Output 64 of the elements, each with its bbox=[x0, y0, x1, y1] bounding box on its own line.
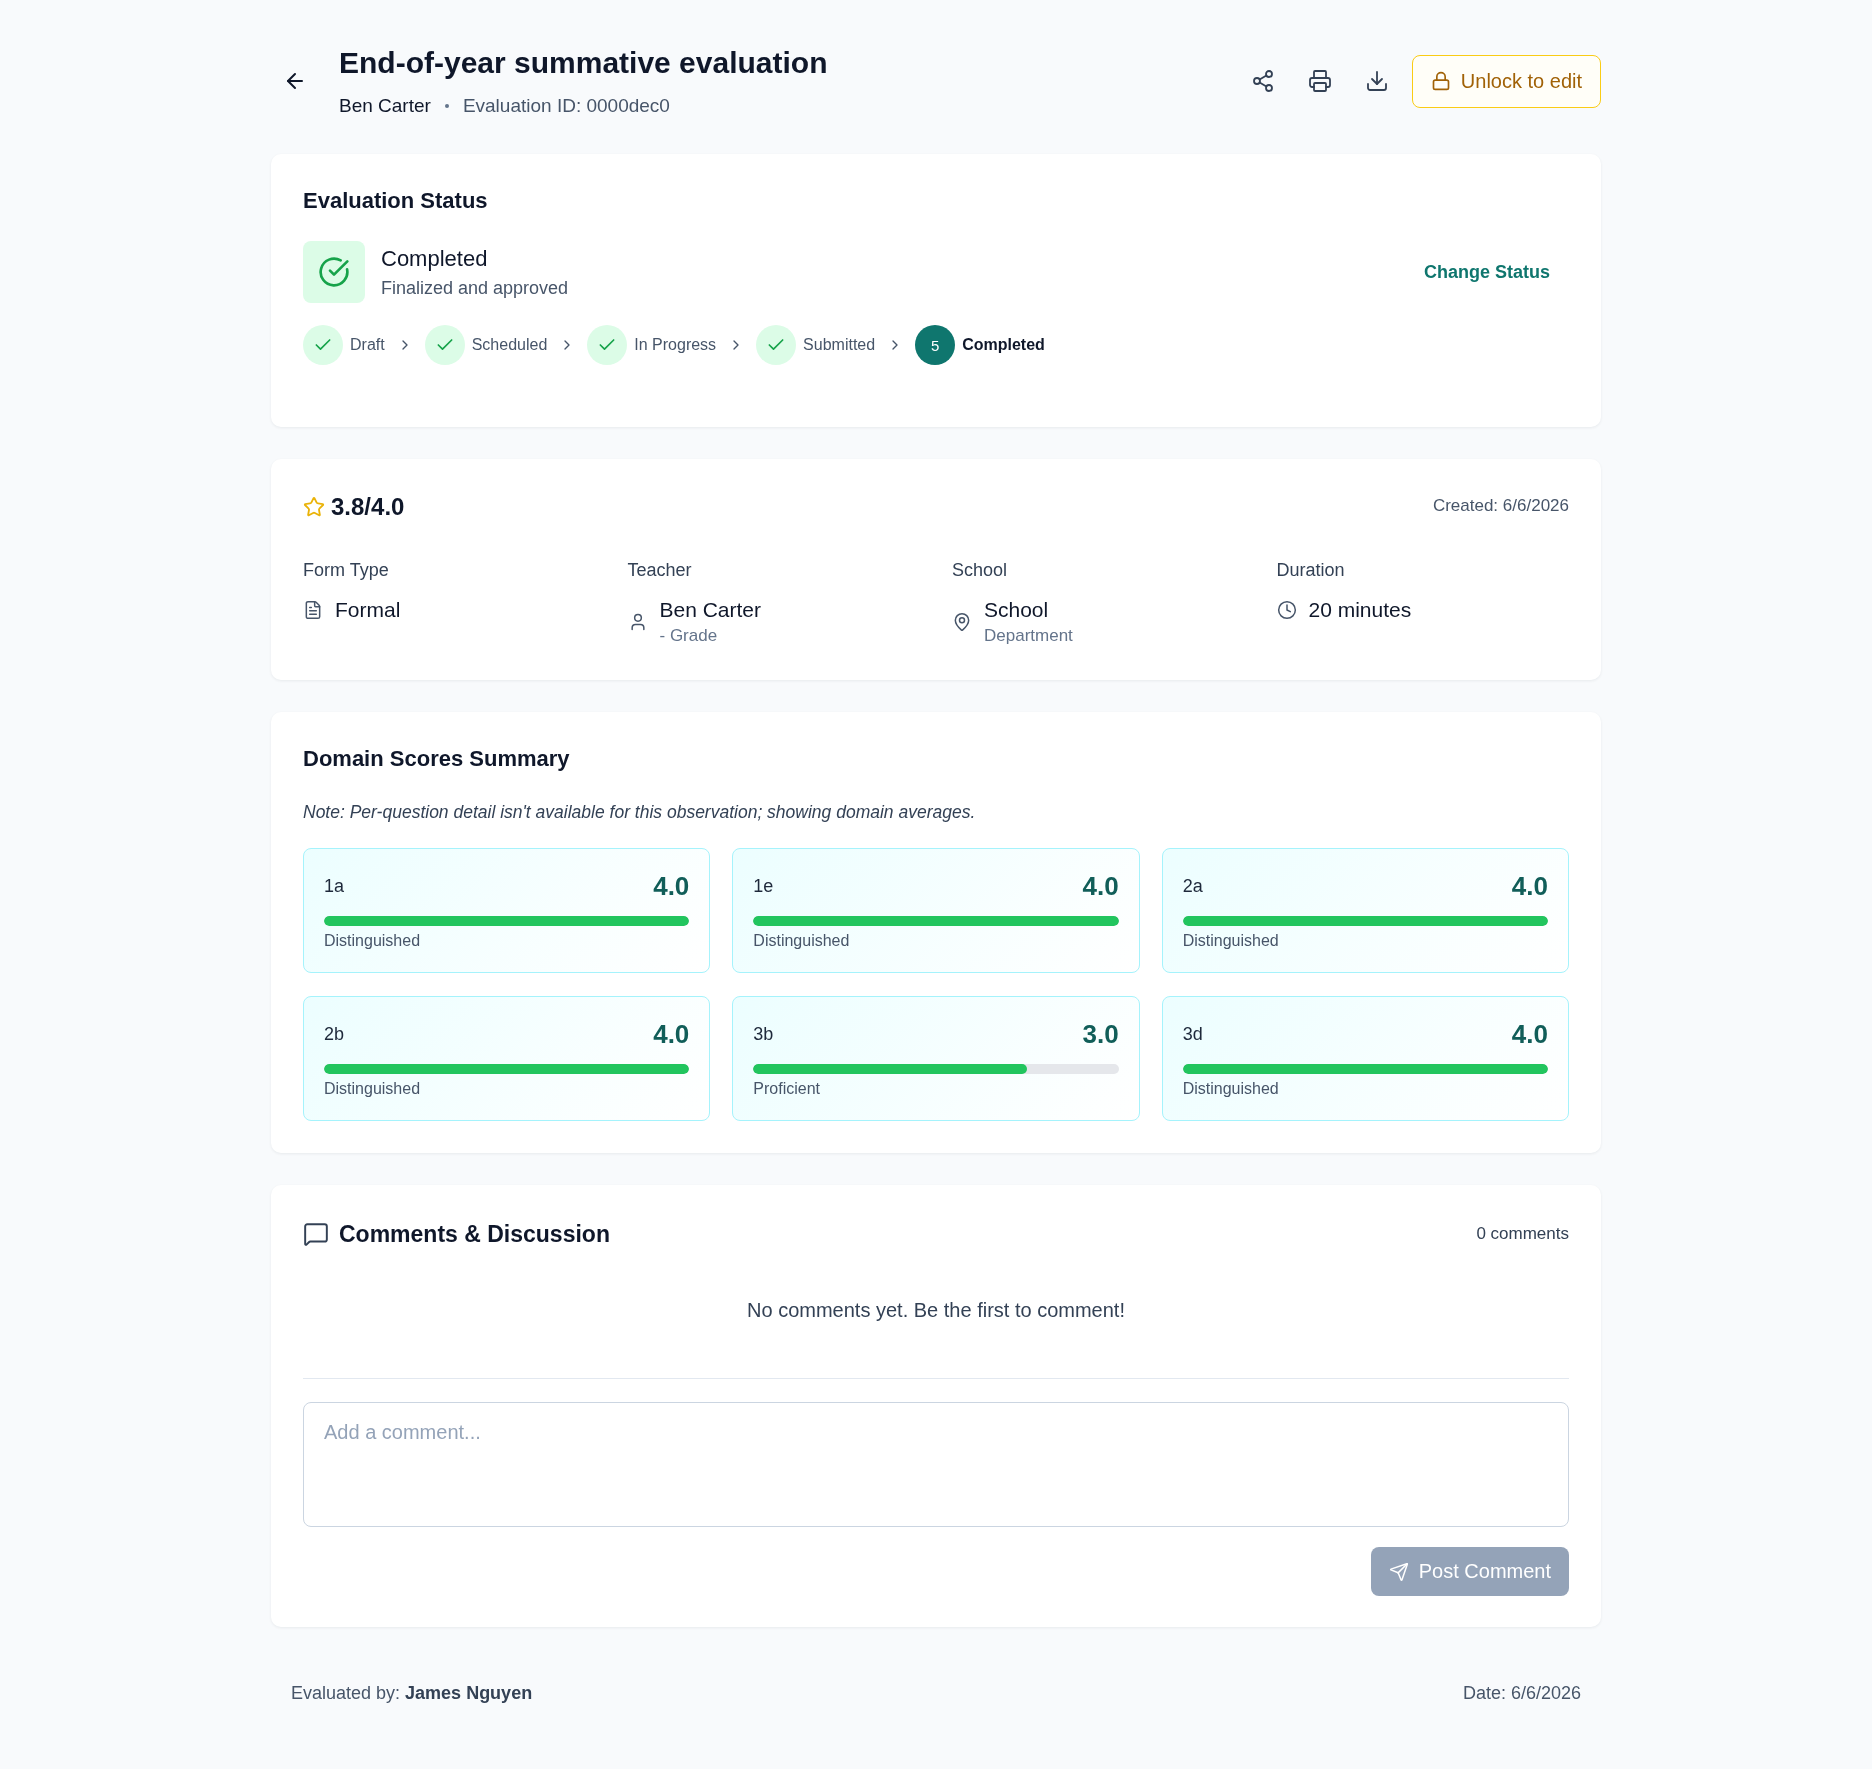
field-detail: Department bbox=[984, 625, 1073, 647]
evaluation-date: Date: 6/6/2026 bbox=[1462, 1682, 1581, 1705]
domain-code: 3b bbox=[753, 1023, 774, 1045]
printer-icon bbox=[1307, 69, 1332, 93]
step-label: Draft bbox=[350, 335, 385, 355]
domain-rating: Distinguished bbox=[1182, 931, 1280, 951]
download-icon bbox=[1364, 69, 1389, 93]
page-title: End-of-year summative evaluation bbox=[339, 45, 829, 81]
status-name: Completed bbox=[381, 245, 488, 273]
domain-code: 2a bbox=[1182, 875, 1203, 897]
comment-input[interactable]: Add a comment... bbox=[303, 1402, 1569, 1527]
location-pin-icon bbox=[952, 612, 972, 632]
change-status-link[interactable]: Change Status bbox=[1404, 253, 1569, 291]
domain-code: 1a bbox=[324, 875, 345, 897]
separator-dot-icon bbox=[444, 104, 449, 108]
domain-code: 1e bbox=[753, 875, 774, 897]
status-check-icon bbox=[303, 241, 365, 303]
field-value: Formal bbox=[335, 597, 401, 623]
field-label: Form Type bbox=[303, 559, 389, 582]
domain-rating: Proficient bbox=[753, 1079, 822, 1099]
domain-score: 4.0 bbox=[653, 1018, 690, 1050]
step-label: Scheduled bbox=[471, 335, 548, 355]
step-label: Submitted bbox=[803, 335, 876, 355]
field-value: Ben Carter bbox=[659, 597, 762, 623]
teacher-name: Ben Carter bbox=[339, 94, 431, 118]
field-value: 20 minutes bbox=[1308, 597, 1412, 623]
lock-icon bbox=[1430, 71, 1451, 91]
section-title: Comments & Discussion bbox=[339, 1220, 610, 1249]
document-icon bbox=[303, 600, 323, 620]
domain-score: 4.0 bbox=[653, 870, 690, 902]
field-label: Duration bbox=[1276, 559, 1345, 582]
domain-score: 3.0 bbox=[1082, 1018, 1119, 1050]
evaluation-id: Evaluation ID: 0000dec0 bbox=[462, 94, 670, 118]
field-label: Teacher bbox=[627, 559, 692, 582]
domain-code: 2b bbox=[324, 1023, 345, 1045]
section-title: Domain Scores Summary bbox=[303, 745, 571, 773]
note-text: Note: Per-question detail isn't available for this observation; showing domain averages. bbox=[303, 801, 977, 824]
section-title: Evaluation Status bbox=[303, 187, 489, 215]
domain-score: 4.0 bbox=[1511, 1018, 1548, 1050]
domain-score: 4.0 bbox=[1082, 870, 1119, 902]
domain-score: 4.0 bbox=[1511, 870, 1548, 902]
domain-rating: Distinguished bbox=[1182, 1079, 1280, 1099]
empty-message: No comments yet. Be the first to comment! bbox=[747, 1299, 1125, 1321]
field-label: School bbox=[952, 559, 1008, 582]
evaluated-by: Evaluated by: James Nguyen bbox=[291, 1682, 533, 1705]
comment-count: 0 comments bbox=[1476, 1224, 1569, 1244]
domain-rating: Distinguished bbox=[324, 931, 422, 951]
status-description: Finalized and approved bbox=[381, 277, 569, 300]
clock-icon bbox=[1276, 600, 1297, 620]
domain-code: 3d bbox=[1182, 1023, 1203, 1045]
speech-bubble-icon bbox=[303, 1221, 329, 1247]
field-detail: - Grade bbox=[659, 625, 718, 647]
unlock-button[interactable]: Unlock to edit bbox=[1411, 54, 1601, 108]
field-value: School bbox=[984, 597, 1049, 623]
step-label: Completed bbox=[962, 335, 1045, 355]
domain-rating: Distinguished bbox=[324, 1079, 422, 1099]
share-icon bbox=[1250, 69, 1275, 93]
overall-rating: 3.8/4.0 bbox=[331, 492, 405, 522]
domain-rating: Distinguished bbox=[753, 931, 851, 951]
step-number: 5 bbox=[915, 325, 956, 365]
send-icon bbox=[1388, 1561, 1409, 1582]
step-label: In Progress bbox=[634, 335, 717, 355]
created-date: Created: 6/6/2026 bbox=[1432, 495, 1569, 517]
star-icon bbox=[303, 496, 325, 518]
